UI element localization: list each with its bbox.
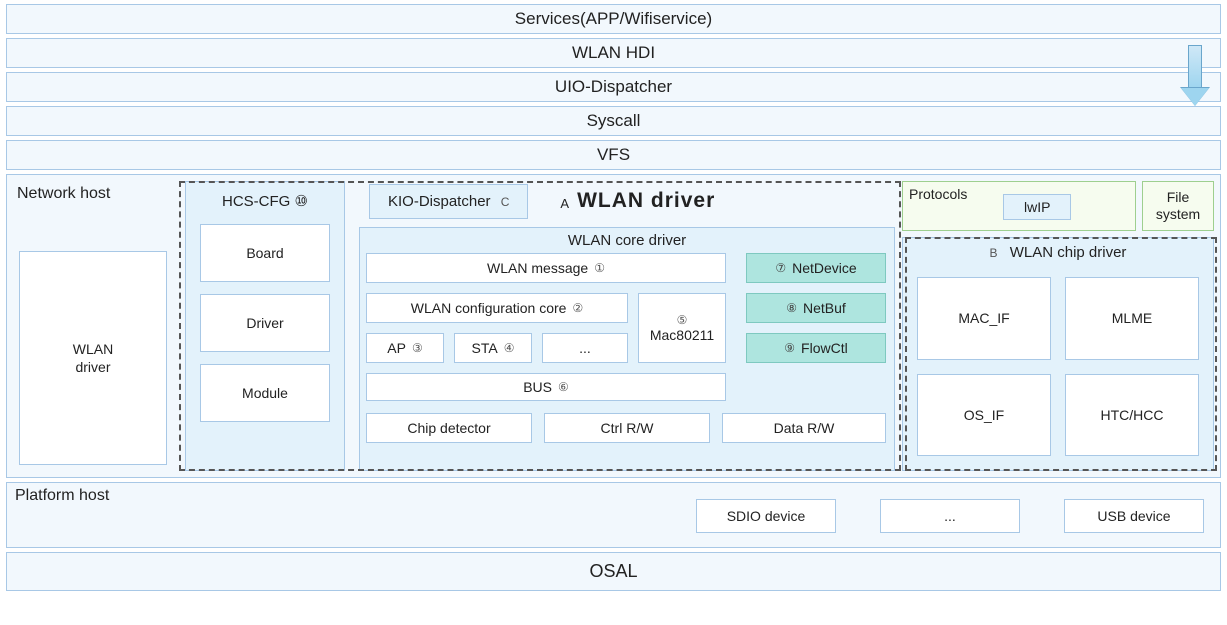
hcs-cfg-panel: HCS-CFG ⑩ Board Driver Module [185, 181, 345, 471]
network-host-panel: Network host WLANdriver [13, 181, 173, 471]
wlan-driver-area: KIO-Dispatcher C A WLAN driver WLAN core… [355, 181, 896, 471]
layer-services: Services(APP/Wifiservice) [6, 4, 1221, 34]
wlan-core-grid: WLAN message ① WLAN configuration core ②… [366, 253, 888, 453]
mac80211-label: Mac80211 [650, 327, 714, 343]
sta-num: ④ [504, 341, 515, 355]
kio-dispatcher-label: KIO-Dispatcher [388, 193, 491, 210]
layer-vfs: VFS [6, 140, 1221, 170]
usb-device-box: USB device [1064, 499, 1204, 533]
middle-section: Network host WLANdriver HCS-CFG ⑩ Board … [6, 174, 1221, 478]
platform-host-row: Platform host SDIO device ... USB device [6, 482, 1221, 548]
core-ellipsis-box: ... [542, 333, 628, 363]
wlan-message-box: WLAN message ① [366, 253, 726, 283]
wlan-core-driver-title: WLAN core driver [366, 232, 888, 249]
bus-label: BUS [523, 379, 552, 395]
right-side-column: Protocols lwIP Filesystem B WLAN chip dr… [902, 181, 1214, 471]
lwip-box: lwIP [1003, 194, 1071, 220]
protocols-row: Protocols lwIP Filesystem [902, 181, 1214, 231]
data-rw-box: Data R/W [722, 413, 886, 443]
wlan-driver-title: WLAN driver [577, 189, 715, 213]
sdio-device-box: SDIO device [696, 499, 836, 533]
diagram-root: Services(APP/Wifiservice) WLAN HDI UIO-D… [0, 0, 1227, 625]
wlan-message-num: ① [594, 261, 605, 275]
wlan-config-core-num: ② [572, 301, 583, 315]
tag-b: B [990, 246, 998, 260]
hcs-module-box: Module [200, 364, 330, 422]
protocols-label: Protocols [909, 186, 967, 202]
layer-osal: OSAL [6, 552, 1221, 591]
netbuf-box: ⑧ NetBuf [746, 293, 886, 323]
bus-num: ⑥ [558, 380, 569, 394]
network-host-wlan-driver-box: WLANdriver [19, 251, 167, 465]
wlan-config-core-label: WLAN configuration core [411, 300, 567, 316]
flowctl-box: ⑨ FlowCtl [746, 333, 886, 363]
bus-box: BUS ⑥ [366, 373, 726, 401]
wlan-message-label: WLAN message [487, 260, 588, 276]
file-system-box: Filesystem [1142, 181, 1214, 231]
file-system-label: Filesystem [1156, 189, 1200, 223]
wlan-core-driver-panel: WLAN core driver WLAN message ① WLAN con… [359, 227, 895, 471]
wlan-chip-driver-title-text: WLAN chip driver [1010, 244, 1127, 261]
kio-dispatcher-box: KIO-Dispatcher C [369, 184, 528, 219]
wlan-chip-driver-title: B WLAN chip driver [911, 244, 1205, 261]
flowctl-num: ⑨ [784, 341, 795, 355]
hcs-board-box: Board [200, 224, 330, 282]
protocols-box: Protocols lwIP [902, 181, 1136, 231]
ap-num: ③ [412, 341, 423, 355]
mlme-box: MLME [1065, 277, 1199, 360]
wlan-driver-header: KIO-Dispatcher C A WLAN driver [355, 181, 896, 221]
ap-label: AP [387, 340, 406, 356]
network-host-label: Network host [13, 181, 173, 211]
netdevice-box: ⑦ NetDevice [746, 253, 886, 283]
netbuf-label: NetBuf [803, 300, 846, 316]
hcs-driver-box: Driver [200, 294, 330, 352]
sta-label: STA [472, 340, 498, 356]
layer-uio: UIO-Dispatcher [6, 72, 1221, 102]
wlan-chip-driver-panel: B WLAN chip driver MAC_IF MLME OS_IF HTC… [902, 237, 1214, 471]
ctrl-rw-box: Ctrl R/W [544, 413, 710, 443]
htc-hcc-box: HTC/HCC [1065, 374, 1199, 457]
os-if-box: OS_IF [917, 374, 1051, 457]
layer-hdi: WLAN HDI [6, 38, 1221, 68]
mac-if-box: MAC_IF [917, 277, 1051, 360]
kio-tag-c: C [501, 195, 510, 209]
chip-grid: MAC_IF MLME OS_IF HTC/HCC [911, 273, 1205, 462]
flowctl-label: FlowCtl [801, 340, 848, 356]
netdevice-label: NetDevice [792, 260, 857, 276]
mac80211-box: ⑤ Mac80211 [638, 293, 726, 363]
netbuf-num: ⑧ [786, 301, 797, 315]
ap-box: AP ③ [366, 333, 444, 363]
tag-a: A [560, 196, 569, 211]
mac80211-num: ⑤ [677, 313, 688, 327]
wlan-config-core-box: WLAN configuration core ② [366, 293, 628, 323]
hcs-cfg-title: HCS-CFG ⑩ [192, 188, 338, 218]
platform-ellipsis-box: ... [880, 499, 1020, 533]
flow-arrow-down-icon [1181, 45, 1209, 105]
netdevice-num: ⑦ [775, 261, 786, 275]
sta-box: STA ④ [454, 333, 532, 363]
platform-devices: SDIO device ... USB device [696, 499, 1204, 533]
network-host-wlan-driver-text: WLANdriver [73, 340, 113, 376]
chip-detector-box: Chip detector [366, 413, 532, 443]
layer-syscall: Syscall [6, 106, 1221, 136]
